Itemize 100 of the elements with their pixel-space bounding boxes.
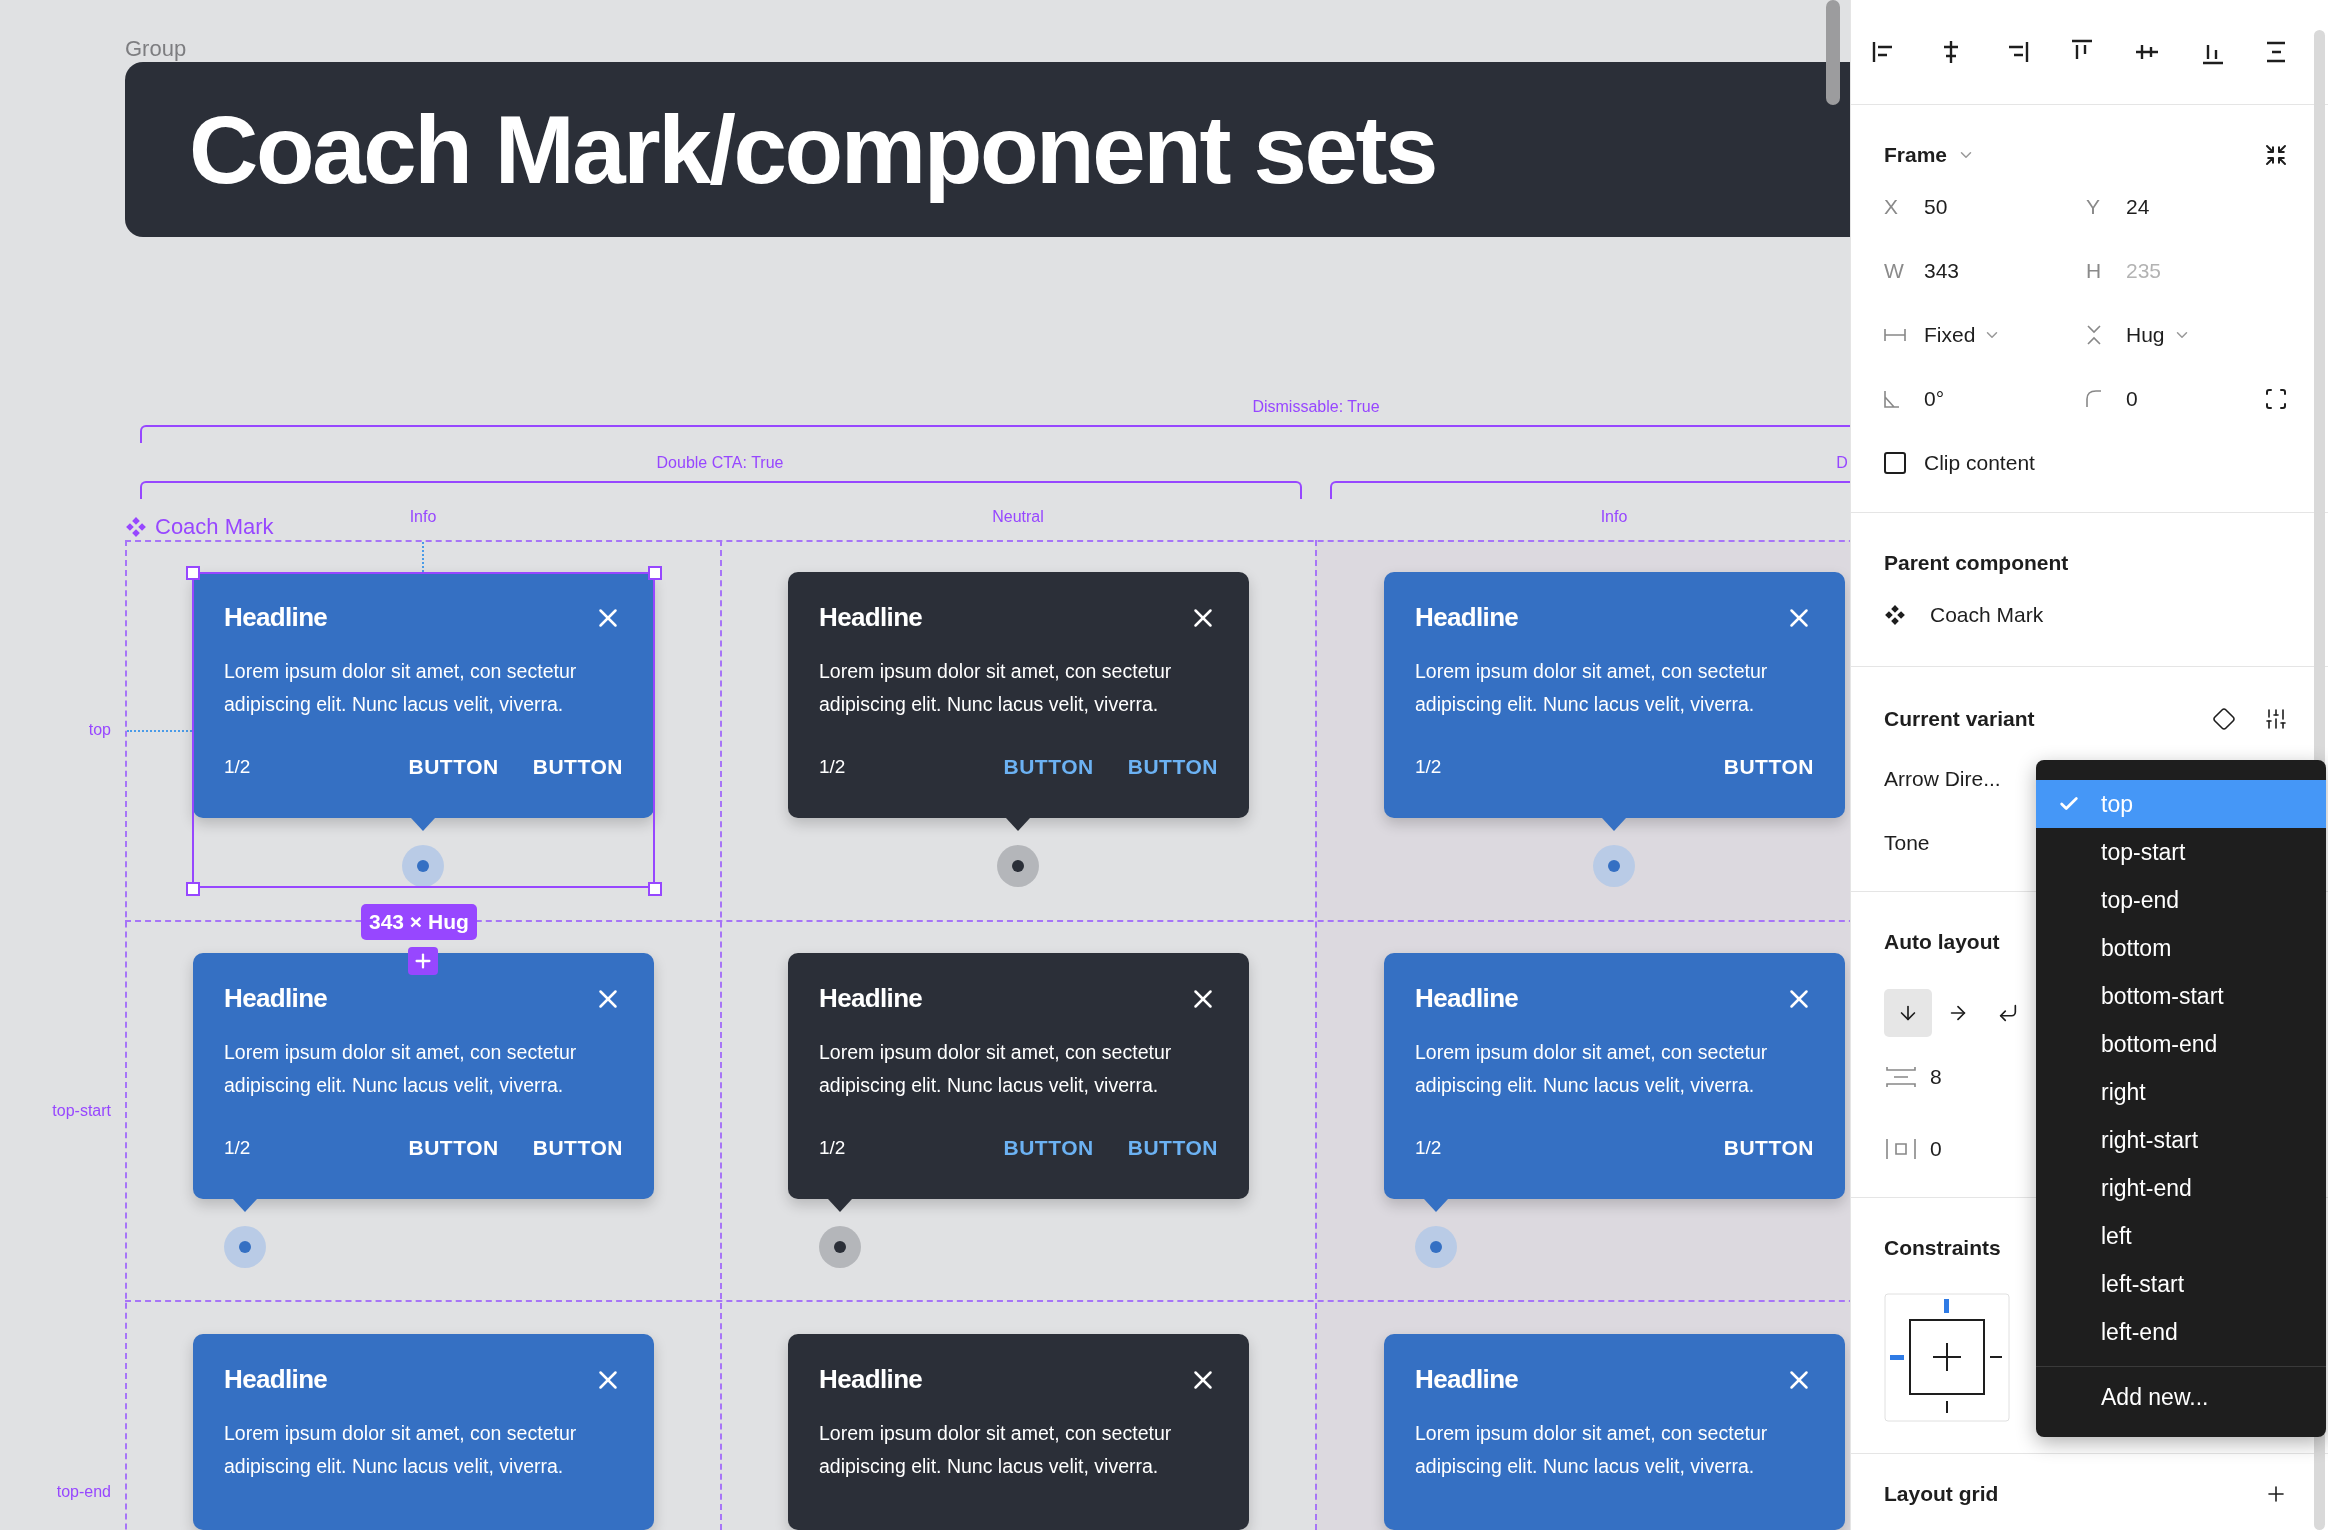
resize-handle[interactable] [186,882,200,896]
body-text: Lorem ipsum dolor sit amet, con sectetur adipiscing elit. Nunc lacus velit, viverra. [819,659,1173,717]
body-text: Lorem ipsum dolor sit amet, con sectetur adipiscing elit. Nunc lacus velit, viverra. [819,1421,1173,1479]
column-label: Neutral [992,507,1044,527]
return-arrow-icon [1997,1002,2019,1024]
menu-option[interactable]: top-end [2036,876,2326,924]
step-counter: 1/2 [1415,1135,1442,1160]
menu-option[interactable]: top-start [2036,828,2326,876]
rotation-field[interactable]: 0° [1924,383,1945,415]
headline: Headline [819,601,923,634]
row-label: top [88,720,111,740]
column-label: Info [1600,507,1628,527]
text-button[interactable]: BUTTON [1127,751,1218,783]
step-counter: 1/2 [819,754,846,779]
text-button[interactable]: BUTTON [1003,1132,1094,1164]
body-text: Lorem ipsum dolor sit amet, con sectetur adipiscing elit. Nunc lacus velit, viverra. [1415,1040,1769,1098]
spacing-field[interactable]: 8 [1930,1061,1942,1093]
field-label: X [1884,194,1899,221]
menu-option[interactable]: bottom-end [2036,1020,2326,1068]
text-button[interactable]: BUTTON [1723,751,1814,783]
step-counter: 1/2 [819,1135,846,1160]
row-label: top-start [52,1101,111,1121]
diamond-icon[interactable] [2212,707,2236,731]
property-name: Tone [1884,830,1930,857]
height-icon [2086,324,2102,346]
text-button[interactable]: BUTTON [408,751,499,783]
menu-option[interactable]: left-end [2036,1308,2326,1356]
field-label: Y [2086,194,2101,221]
value-field[interactable]: 24 [2126,191,2150,223]
text-button[interactable]: BUTTON [532,1132,623,1164]
menu-option[interactable]: left-start [2036,1260,2326,1308]
headline: Headline [1415,982,1519,1015]
headline: Headline [819,982,923,1015]
section-heading: Auto layout [1884,929,2000,956]
text-button[interactable]: BUTTON [1723,1132,1814,1164]
row-label: top-end [56,1482,111,1502]
text-button[interactable]: BUTTON [1003,751,1094,783]
headline: Headline [224,1363,328,1396]
section-heading: Layout grid [1884,1481,1999,1507]
spacing-icon [1884,1065,1918,1089]
property-label: D [1836,453,1848,473]
sliders-icon[interactable] [2264,707,2288,731]
property-label: Dismissable: True [1252,397,1380,417]
collapse-icon[interactable] [2264,143,2288,167]
field-label: W [1884,258,1905,285]
padding-field[interactable]: 0 [1930,1133,1942,1165]
property-label: Double CTA: True [656,453,784,473]
component-icon [125,515,147,538]
step-counter: 1/2 [224,1135,251,1160]
padding-icon [1884,1137,1918,1161]
menu-option[interactable]: right-start [2036,1116,2326,1164]
component-icon [1884,604,1906,626]
headline: Headline [224,982,328,1015]
body-text: Lorem ipsum dolor sit amet, con sectetur adipiscing elit. Nunc lacus velit, viverra. [224,1421,578,1479]
property-name: Arrow Dire... [1884,766,2001,793]
resize-handle[interactable] [186,566,200,580]
group-label: Group [125,35,187,63]
body-text: Lorem ipsum dolor sit amet, con sectetur adipiscing elit. Nunc lacus velit, viverra. [224,659,578,717]
resize-handle[interactable] [648,566,662,580]
radius-field[interactable]: 0 [2126,383,2138,415]
headline: Headline [1415,601,1519,634]
component-name: Coach Mark [155,513,274,541]
section-heading: Current variant [1884,706,2035,733]
menu-option[interactable]: bottom-start [2036,972,2326,1020]
body-text: Lorem ipsum dolor sit amet, con sectetur adipiscing elit. Nunc lacus velit, viverra. [1415,1421,1769,1479]
corners-icon[interactable] [2264,387,2288,411]
menu-option[interactable]: bottom [2036,924,2326,972]
section-heading: Parent component [1884,550,2069,577]
width-icon [1884,328,1906,342]
body-text: Lorem ipsum dolor sit amet, con sectetur adipiscing elit. Nunc lacus velit, viverra. [1415,659,1769,717]
menu-option[interactable]: Add new... [2036,1367,2326,1427]
selection-frame[interactable] [192,572,655,888]
page-title: Coach Mark/component sets [189,94,1436,205]
value-field[interactable]: 343 [1924,255,1960,287]
value-field[interactable]: 50 [1924,191,1948,223]
menu-option[interactable]: right-end [2036,1164,2326,1212]
add-button[interactable] [408,947,438,975]
text-button[interactable]: BUTTON [1127,1132,1218,1164]
scrollbar[interactable] [1826,0,1840,105]
resize-handle[interactable] [648,882,662,896]
resizing-dropdown[interactable]: Fixed [1924,319,2002,351]
component-link[interactable]: Coach Mark [1930,599,2044,631]
angle-icon [1884,390,1900,408]
checkbox-label: Clip content [1924,450,2035,477]
text-button[interactable]: BUTTON [408,1132,499,1164]
field-label: H [2086,258,2103,285]
headline: Headline [1415,1363,1519,1396]
checkbox[interactable] [1884,452,1906,474]
column-label: Info [409,507,437,527]
menu-option[interactable]: right [2036,1068,2326,1116]
text-button[interactable]: BUTTON [532,751,623,783]
headline: Headline [224,601,328,634]
direction-toggle[interactable] [1884,989,1932,1037]
section-heading: Constraints [1884,1235,2001,1262]
step-counter: 1/2 [224,754,251,779]
body-text: Lorem ipsum dolor sit amet, con sectetur adipiscing elit. Nunc lacus velit, viverra. [224,1040,578,1098]
constraints-widget[interactable] [1884,1293,2010,1422]
step-counter: 1/2 [1415,754,1442,779]
menu-option[interactable]: left [2036,1212,2326,1260]
resizing-dropdown[interactable]: Hug [2126,319,2191,351]
